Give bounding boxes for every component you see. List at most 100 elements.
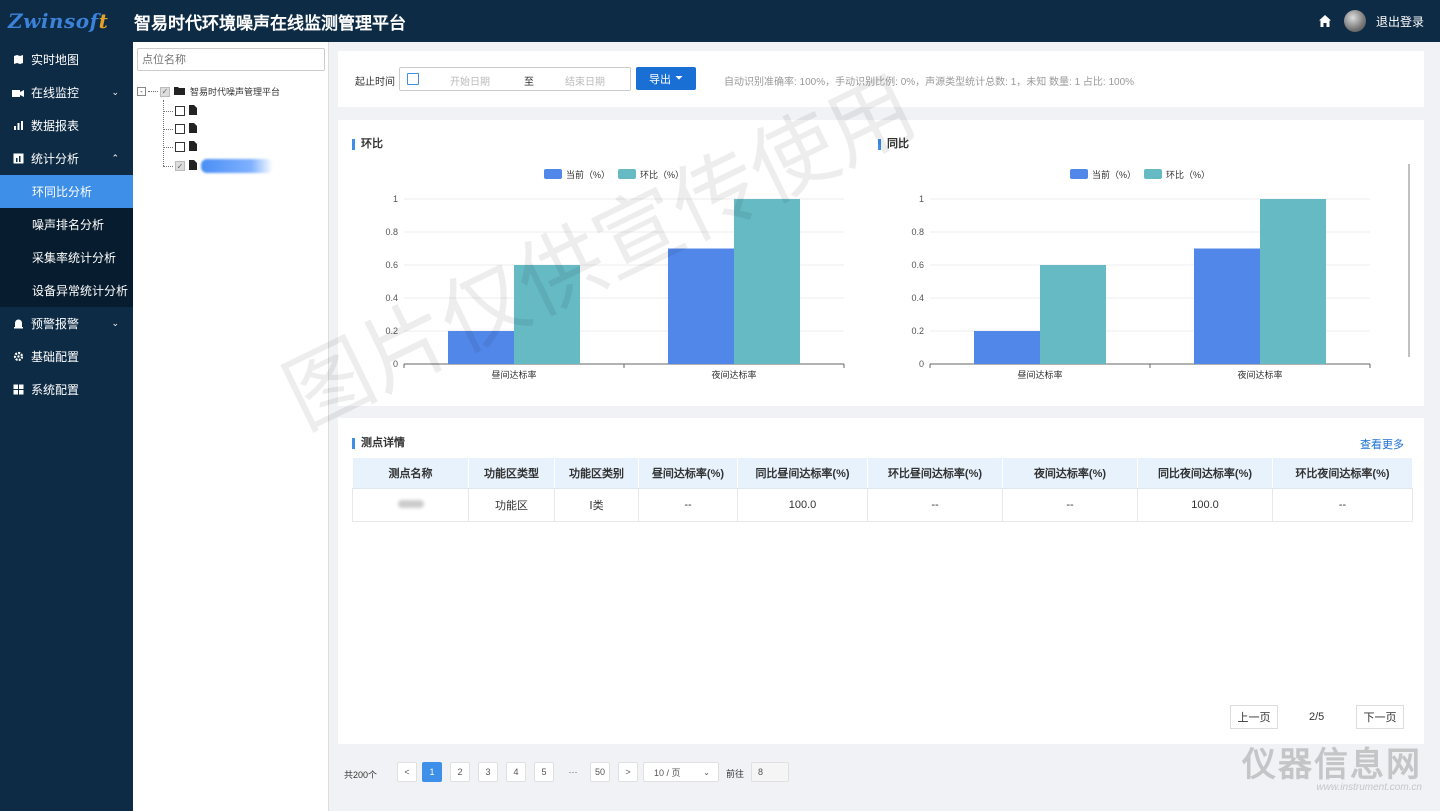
page-button[interactable]: 2 (450, 762, 470, 782)
legend-label: 当前（%） (566, 169, 610, 180)
column-header: 功能区类别 (554, 457, 639, 489)
sidebar-item-label: 数据报表 (31, 119, 80, 133)
sidebar-item-label: 实时地图 (31, 53, 80, 67)
date-separator: 至 (524, 77, 534, 88)
table-cell: -- (1002, 488, 1138, 522)
sidebar-item-label: 基础配置 (31, 350, 80, 364)
y-tick-label: 1 (393, 194, 398, 204)
tree-connector (163, 110, 173, 112)
sidebar-subitem-noise-ranking[interactable]: 噪声排名分析 (0, 208, 133, 241)
y-tick-label: 0.8 (911, 227, 924, 237)
page-button[interactable]: 1 (422, 762, 442, 782)
goto-page-input[interactable]: 8 (751, 762, 789, 782)
bar (974, 331, 1040, 364)
header-actions: 退出登录 (1316, 0, 1424, 42)
station-search-input[interactable] (137, 48, 325, 71)
station-tree-panel: - ✓ 智易时代噪声管理平台 ✓ (133, 42, 329, 811)
sidebar-subitem-device-anomaly[interactable]: 设备异常统计分析 (0, 274, 133, 307)
sidebar-item-data-report[interactable]: 数据报表 (0, 109, 133, 142)
logout-button[interactable]: 退出登录 (1376, 13, 1424, 30)
page-indicator: 2/5 (1309, 711, 1325, 723)
table-header-row: 测点名称 功能区类型 功能区类别 昼间达标率(%) 同比昼间达标率(%) 环比昼… (352, 457, 1413, 489)
next-page-button[interactable]: 下一页 (1356, 705, 1404, 729)
page-button[interactable]: 5 (534, 762, 554, 782)
legend-label: 环比（%） (1166, 169, 1210, 180)
sidebar-subitem-collection-rate[interactable]: 采集率统计分析 (0, 241, 133, 274)
export-button[interactable]: 导出 ⏷ (636, 67, 696, 90)
start-date-input[interactable]: 开始日期 (450, 73, 490, 88)
bar (1040, 265, 1106, 364)
y-tick-label: 1 (919, 194, 924, 204)
download-icon: ⏷ (675, 73, 683, 84)
total-count: 共200个 (344, 770, 378, 780)
legend-swatch (1144, 169, 1162, 179)
sidebar-item-realtime-map[interactable]: 实时地图 (0, 43, 133, 76)
table-cell: -- (638, 488, 738, 522)
page-button[interactable]: 4 (506, 762, 526, 782)
avatar[interactable] (1343, 10, 1366, 32)
sidebar-item-system-config[interactable]: 系统配置 (0, 373, 133, 406)
page-ellipsis[interactable]: ··· (563, 762, 583, 782)
date-range-picker[interactable]: 开始日期 至 结束日期 (399, 67, 631, 91)
file-icon (189, 160, 197, 172)
tree-root-checkbox[interactable]: ✓ (160, 86, 170, 97)
bar (1194, 248, 1260, 364)
table-cell: -- (1272, 488, 1413, 522)
column-header: 夜间达标率(%) (1002, 457, 1138, 489)
logo-tail: t (98, 9, 109, 33)
chevron-down-icon: ⌄ (703, 767, 710, 777)
time-range-label: 起止时间 (355, 77, 395, 88)
mom-bar-chart: 当前（%） 环比（%） 0 0.2 0.4 0.6 0.8 1 昼间达标率 夜间达标率 (385, 169, 845, 380)
y-tick-label: 0.4 (385, 293, 398, 303)
camera-icon (12, 87, 24, 99)
page-button[interactable]: 3 (478, 762, 498, 782)
pagination: 共200个 < 1 2 3 4 5 ··· 50 > 10 / 页 ⌄ 前往 8 (338, 762, 838, 786)
tree-leaf-checkbox[interactable] (175, 142, 185, 152)
prev-page-arrow[interactable]: < (397, 762, 417, 782)
page-button[interactable]: 50 (590, 762, 610, 782)
sidebar-item-alarm[interactable]: 预警报警 ⌄ (0, 307, 133, 340)
sidebar-subitem-yoy-analysis[interactable]: 环同比分析 (0, 175, 133, 208)
details-title: 测点详情 (352, 438, 405, 449)
tree-leaf-checkbox[interactable] (175, 106, 185, 116)
filter-bar: 起止时间 开始日期 至 结束日期 导出 ⏷ 自动识别准确率: 100%，手动识别… (338, 51, 1424, 107)
next-page-arrow[interactable]: > (618, 762, 638, 782)
end-date-input[interactable]: 结束日期 (565, 73, 605, 88)
prev-page-button[interactable]: 上一页 (1230, 705, 1278, 729)
sidebar-item-stats-analysis[interactable]: 统计分析 ⌃ (0, 142, 133, 175)
x-tick-label: 昼间达标率 (491, 369, 536, 380)
collapse-icon[interactable]: - (137, 87, 146, 96)
y-tick-label: 0 (393, 359, 398, 369)
bar-chart-icon (12, 120, 24, 132)
legend-swatch (1070, 169, 1088, 179)
tree-leaf-node[interactable] (163, 123, 197, 135)
column-header: 同比夜间达标率(%) (1137, 457, 1273, 489)
folder-icon (174, 86, 185, 97)
y-tick-label: 0 (919, 359, 924, 369)
home-icon[interactable] (1316, 12, 1334, 30)
table-cell: -- (867, 488, 1003, 522)
details-table: 测点名称 功能区类型 功能区类别 昼间达标率(%) 同比昼间达标率(%) 环比昼… (352, 457, 1413, 522)
tree-root-node[interactable]: - ✓ 智易时代噪声管理平台 (137, 85, 280, 98)
tree-leaf-node[interactable] (163, 141, 197, 153)
tree-leaf-checkbox[interactable]: ✓ (175, 161, 185, 171)
details-panel: 测点详情 查看更多 测点名称 功能区类型 功能区类别 昼间达标率(%) 同比昼间… (338, 418, 1424, 744)
tree-leaf-checkbox[interactable] (175, 124, 185, 134)
column-header: 同比昼间达标率(%) (737, 457, 868, 489)
table-row[interactable]: 功能区 Ⅰ类 -- 100.0 -- -- 100.0 -- (352, 488, 1413, 522)
tree-leaf-node[interactable]: ✓ (163, 159, 273, 173)
tree-leaf-node[interactable] (163, 105, 197, 117)
y-tick-label: 0.2 (385, 326, 398, 336)
scrollbar[interactable] (1408, 164, 1410, 357)
sidebar-item-online-monitor[interactable]: 在线监控 ⌄ (0, 76, 133, 109)
tree-root-label: 智易时代噪声管理平台 (190, 87, 281, 97)
view-more-link[interactable]: 查看更多 (1360, 436, 1404, 452)
page-size-select[interactable]: 10 / 页 ⌄ (643, 762, 719, 782)
legend-label: 当前（%） (1092, 169, 1136, 180)
table-cell: 100.0 (1137, 488, 1273, 522)
stats-icon (12, 153, 24, 165)
chevron-down-icon: ⌄ (111, 318, 119, 328)
tree-connector (163, 128, 173, 130)
sidebar-item-basic-config[interactable]: 基础配置 (0, 340, 133, 373)
map-icon (12, 54, 24, 66)
